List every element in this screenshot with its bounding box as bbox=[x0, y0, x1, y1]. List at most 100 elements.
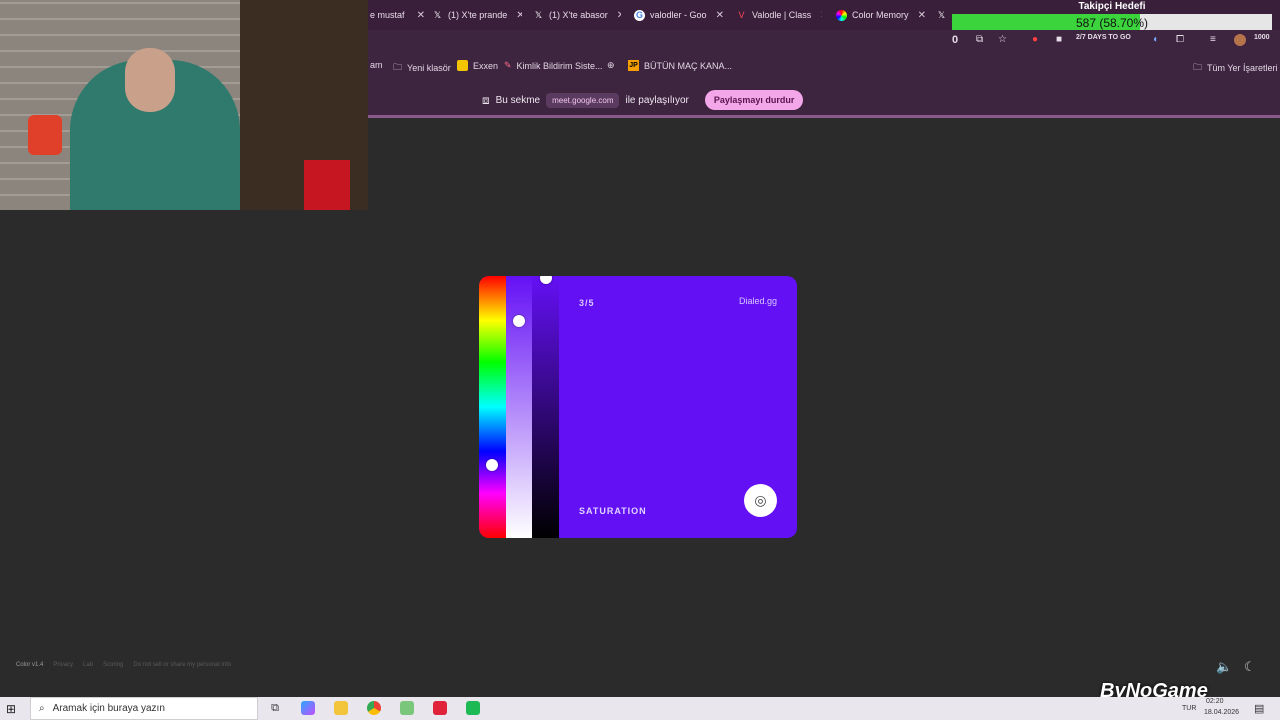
streamer-head bbox=[125, 48, 175, 112]
color-wheel-icon bbox=[836, 9, 847, 21]
stop-sharing-button[interactable]: Paylaşmayı durdur bbox=[704, 90, 804, 110]
share-row: ⧈ Bu sekme meet.google.com ile paylaşılı… bbox=[482, 90, 804, 110]
folder-icon: 🗀 bbox=[1193, 62, 1203, 72]
sound-icon[interactable]: 🔈 bbox=[1216, 659, 1232, 675]
webcam-overlay bbox=[0, 0, 368, 210]
saturation-slider-knob[interactable] bbox=[513, 314, 525, 327]
all-bookmarks-label: Tüm Yer İşaretleri bbox=[1207, 63, 1278, 73]
media-icon[interactable]: ≡ bbox=[1210, 34, 1216, 45]
page-footer: Color v1.4 Privacy Lab Scoring Do not se… bbox=[16, 662, 231, 668]
footer-link-privacy-choices[interactable]: Do not sell or share my personal info bbox=[133, 662, 231, 668]
task-view-icon[interactable]: ⧉ bbox=[268, 701, 282, 715]
lamp bbox=[28, 115, 62, 155]
screen: e mustaf ✕ 𝕏 (1) X'te prande ✕ 𝕏 (1) X't… bbox=[0, 0, 1280, 720]
bookmark-6-label: BÜTÜN MAÇ KANA... bbox=[644, 60, 733, 71]
app-red-icon[interactable] bbox=[433, 701, 447, 715]
close-icon[interactable]: ✕ bbox=[914, 10, 926, 21]
notification-icon[interactable]: ▤ bbox=[1254, 702, 1264, 715]
color-game-card: 3/5 Dialed.gg SATURATION ◎ bbox=[479, 276, 797, 538]
bookmark-4[interactable]: ✎ Kimlik Bildirim Siste... bbox=[504, 60, 603, 71]
close-icon[interactable]: ✕ bbox=[512, 10, 522, 21]
tab-1-label: e mustaf bbox=[370, 10, 405, 20]
hue-slider-knob[interactable] bbox=[486, 458, 498, 471]
bookmark-1-label: am bbox=[370, 60, 383, 70]
slider-label: SATURATION bbox=[579, 506, 647, 516]
bookmark-2-label: Yeni klasör bbox=[407, 63, 451, 73]
tab-7[interactable]: 𝕏 bbox=[936, 5, 950, 25]
bookmark-5[interactable]: ⊕ bbox=[607, 60, 615, 71]
brand-label: Dialed.gg bbox=[738, 296, 777, 306]
google-icon: G bbox=[634, 9, 645, 21]
all-bookmarks[interactable]: 🗀 Tüm Yer İşaretleri bbox=[1193, 60, 1278, 76]
extension-square-icon[interactable]: ■ bbox=[1056, 34, 1062, 45]
app-green-icon[interactable] bbox=[466, 701, 480, 715]
share-suffix: ile paylaşılıyor bbox=[625, 94, 689, 106]
puzzle-icon[interactable]: ⧠ bbox=[1176, 34, 1184, 45]
app-icon[interactable] bbox=[400, 701, 414, 715]
extension-red-icon[interactable]: ● bbox=[1032, 34, 1038, 45]
bookmark-2[interactable]: 🗀 Yeni klasör bbox=[393, 60, 451, 76]
tab-5[interactable]: V Valodle | Class ✕ bbox=[736, 5, 822, 25]
moon-icon[interactable]: ☾ bbox=[1244, 659, 1256, 675]
tab-4[interactable]: G valodler - Goo ✕ bbox=[634, 5, 724, 25]
tab-4-label: valodler - Goo bbox=[650, 10, 707, 20]
star-icon[interactable]: ☆ bbox=[998, 34, 1007, 45]
tab-1[interactable]: e mustaf ✕ bbox=[370, 5, 425, 25]
tab-6-label: Color Memory bbox=[852, 10, 909, 20]
language-indicator[interactable]: TUR bbox=[1182, 705, 1196, 712]
brightness-slider[interactable] bbox=[532, 276, 559, 538]
exxen-icon bbox=[457, 60, 468, 71]
taskbar-search[interactable]: ⌕ Aramak için buraya yazın bbox=[30, 697, 258, 720]
tab-5-label: Valodle | Class bbox=[752, 10, 812, 20]
tab-3[interactable]: 𝕏 (1) X'te abasor ✕ bbox=[533, 5, 621, 25]
footer-link-scoring[interactable]: Scoring bbox=[103, 662, 123, 668]
avatar[interactable] bbox=[1234, 34, 1246, 46]
clock-date[interactable]: 18.04.2026 bbox=[1204, 709, 1239, 716]
taskbar: ⊞ ⌕ Aramak için buraya yazın ⧉ TUR 02:20… bbox=[0, 697, 1280, 720]
bookmark-3-label: Exxen bbox=[473, 60, 499, 71]
tab-2-label: (1) X'te prande bbox=[448, 10, 508, 20]
x-icon: 𝕏 bbox=[937, 9, 946, 20]
x-icon: 𝕏 bbox=[534, 9, 543, 20]
close-icon[interactable]: ✕ bbox=[413, 10, 425, 21]
chrome-icon[interactable] bbox=[367, 701, 381, 715]
follower-goal-title: Takipçi Hedefi bbox=[1078, 1, 1146, 12]
footer-link-lab[interactable]: Lab bbox=[83, 662, 93, 668]
clock-time[interactable]: 02:20 bbox=[1206, 698, 1224, 705]
jp-icon: JP bbox=[628, 60, 639, 71]
copilot-icon[interactable] bbox=[301, 701, 315, 715]
audio-icon[interactable]: ◖ bbox=[1152, 34, 1158, 45]
taskbar-search-placeholder: Aramak için buraya yazın bbox=[52, 703, 165, 714]
footer-link-privacy[interactable]: Privacy bbox=[53, 662, 73, 668]
hue-slider[interactable] bbox=[479, 276, 506, 538]
file-explorer-icon[interactable] bbox=[334, 701, 348, 715]
bookmark-6[interactable]: JP BÜTÜN MAÇ KANA... bbox=[628, 60, 732, 71]
x-icon: 𝕏 bbox=[433, 9, 442, 20]
round-indicator: 3/5 bbox=[579, 298, 595, 308]
tab-2[interactable]: 𝕏 (1) X'te prande ✕ bbox=[432, 5, 522, 25]
bookmark-1[interactable]: am bbox=[370, 60, 383, 70]
counter-value: 0 bbox=[952, 34, 959, 46]
days-to-go-badge[interactable]: 2/7 DAYS TO GO bbox=[1076, 34, 1131, 41]
bookmark-4-label: Kimlik Bildirim Siste... bbox=[516, 60, 603, 71]
toolbar-counter[interactable]: 0 bbox=[952, 34, 958, 46]
windows-start-icon[interactable]: ⊞ bbox=[6, 702, 16, 716]
close-icon[interactable]: ✕ bbox=[712, 10, 724, 21]
share-domain: meet.google.com bbox=[546, 92, 620, 108]
turkish-flag bbox=[304, 160, 350, 210]
globe-icon: ⊕ bbox=[607, 60, 615, 70]
folder-icon: 🗀 bbox=[393, 62, 403, 72]
bookmark-3[interactable]: Exxen bbox=[457, 60, 498, 71]
pen-icon: ✎ bbox=[504, 60, 512, 70]
valodle-icon: V bbox=[738, 10, 745, 20]
share-prefix: Bu sekme bbox=[495, 94, 541, 106]
target-icon: ◎ bbox=[754, 492, 767, 508]
screen-share-icon[interactable]: ⧉ bbox=[976, 34, 983, 45]
submit-target-button[interactable]: ◎ bbox=[744, 484, 777, 517]
tab-6[interactable]: Color Memory ✕ bbox=[836, 5, 926, 25]
close-icon[interactable]: ✕ bbox=[816, 10, 822, 21]
screen-share-icon: ⧈ bbox=[482, 92, 490, 107]
close-icon[interactable]: ✕ bbox=[613, 10, 621, 21]
search-icon: ⌕ bbox=[39, 703, 45, 714]
tab-3-label: (1) X'te abasor bbox=[549, 10, 608, 20]
